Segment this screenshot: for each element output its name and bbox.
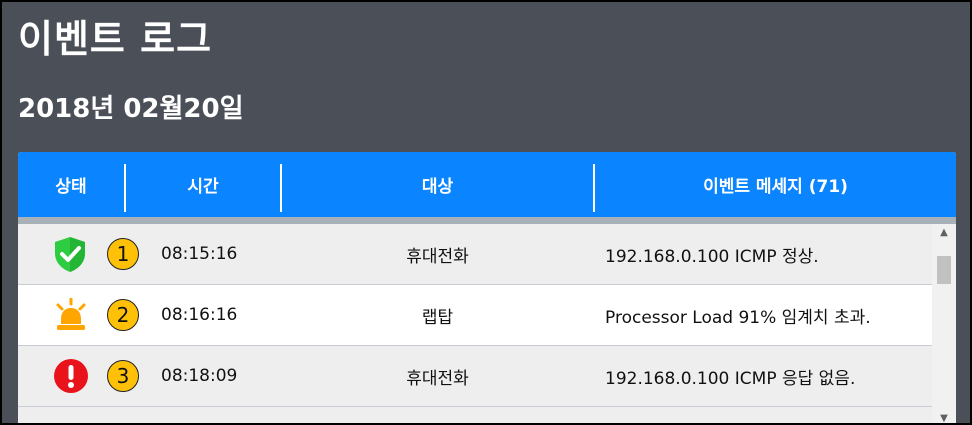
log-date: 2018년 02월20일	[18, 94, 244, 124]
table-header: 상태 시간 대상 이벤트 메세지 (71)	[18, 152, 956, 224]
scrollbar-thumb[interactable]	[937, 256, 951, 284]
target-cell: 휴대전화	[406, 246, 469, 267]
vertical-scrollbar[interactable]: ▲ ▼	[932, 224, 956, 423]
page-title: 이벤트 로그	[18, 17, 213, 61]
scroll-up-arrow-icon[interactable]: ▲	[932, 224, 956, 240]
row-number-badge: 1	[107, 238, 139, 270]
header-status[interactable]: 상태	[18, 152, 124, 217]
header-message[interactable]: 이벤트 메세지 (71)	[595, 152, 956, 217]
header-target[interactable]: 대상	[282, 152, 593, 217]
shield-check-icon	[55, 237, 85, 272]
event-table: 상태 시간 대상 이벤트 메세지 (71) 1 08:15:16 휴대전화 19…	[18, 152, 956, 423]
table-row[interactable]: 3 08:18:09 휴대전화 192.168.0.100 ICMP 응답 없음…	[18, 346, 932, 407]
table-row[interactable]: 2 08:16:16 랩탑 Processor Load 91% 임계치 초과.	[18, 285, 932, 346]
message-cell: 192.168.0.100 ICMP 응답 없음.	[605, 368, 856, 389]
time-cell: 08:18:09	[161, 366, 238, 386]
scroll-down-arrow-icon[interactable]: ▼	[932, 410, 956, 424]
time-cell: 08:16:16	[161, 305, 238, 325]
event-log-window: 이벤트 로그 2018년 02월20일 상태 시간 대상 이벤트 메세지 (71…	[2, 2, 970, 423]
table-body: 1 08:15:16 휴대전화 192.168.0.100 ICMP 정상. 2…	[18, 224, 932, 423]
time-cell: 08:15:16	[161, 244, 238, 264]
message-cell: 192.168.0.100 ICMP 정상.	[605, 246, 819, 267]
table-row[interactable]	[18, 407, 932, 423]
row-number-badge: 3	[107, 360, 139, 392]
row-number-badge: 2	[107, 299, 139, 331]
target-cell: 랩탑	[421, 307, 454, 328]
message-cell: Processor Load 91% 임계치 초과.	[605, 307, 871, 328]
target-cell: 휴대전화	[406, 368, 469, 389]
alarm-light-icon	[56, 298, 86, 330]
table-row[interactable]: 1 08:15:16 휴대전화 192.168.0.100 ICMP 정상.	[18, 224, 932, 285]
error-exclamation-icon	[54, 359, 88, 393]
header-time[interactable]: 시간	[126, 152, 280, 217]
